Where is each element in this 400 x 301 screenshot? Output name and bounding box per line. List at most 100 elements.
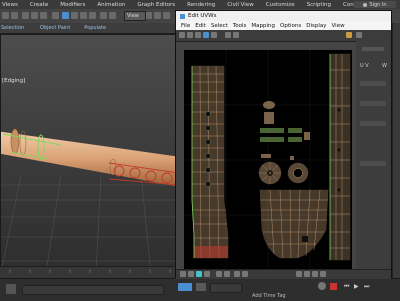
menu-graph-editors[interactable]: Graph Editors xyxy=(137,2,175,8)
snap-icon[interactable] xyxy=(154,12,161,19)
uvw-menu-display[interactable]: Display xyxy=(306,23,326,29)
side-field[interactable] xyxy=(360,161,386,166)
ground-grid xyxy=(1,174,179,271)
uvw-title: Edit UVWs xyxy=(188,13,217,19)
move-icon[interactable] xyxy=(179,32,185,38)
side-field[interactable] xyxy=(360,121,386,126)
checker-icon[interactable] xyxy=(346,32,352,38)
uvw-bottom-toolbar xyxy=(176,269,391,279)
menu-rendering[interactable]: Rendering xyxy=(187,2,215,8)
menu-customize[interactable]: Customize xyxy=(266,2,295,8)
absolute-mode-icon[interactable] xyxy=(196,283,206,291)
uv-editor-canvas[interactable] xyxy=(184,50,352,271)
playback-controls: ⏮ ▶ ⏭ xyxy=(344,283,394,291)
uvw-menu-edit[interactable]: Edit xyxy=(195,23,206,29)
view-dropdown-value: View xyxy=(127,13,139,19)
menu-views[interactable]: Views xyxy=(2,2,18,8)
uv-toggle-label[interactable]: U V xyxy=(360,63,369,69)
zoom-region-icon[interactable] xyxy=(312,271,318,277)
undo-icon[interactable] xyxy=(2,12,9,19)
reference-coordinate-dropdown[interactable]: View xyxy=(124,11,146,21)
w-toggle-label[interactable]: W xyxy=(382,63,387,69)
uvw-title-bar[interactable]: Edit UVWs xyxy=(176,11,391,21)
uvw-menu-options[interactable]: Options xyxy=(280,23,301,29)
status-bar: Add Time Tag ⏮ ▶ ⏭ xyxy=(0,278,400,301)
side-field[interactable] xyxy=(360,101,386,106)
menu-modifiers[interactable]: Modifiers xyxy=(60,2,85,8)
uvw-app-icon xyxy=(180,13,185,19)
rollout-header[interactable] xyxy=(362,47,384,51)
select-icon[interactable] xyxy=(62,12,69,19)
menu-create[interactable]: Create xyxy=(30,2,48,8)
go-to-start-icon[interactable]: ⏮ xyxy=(344,283,349,291)
viewport-scene xyxy=(1,128,179,271)
rotate-icon[interactable] xyxy=(187,32,193,38)
maxscript-icon[interactable] xyxy=(6,284,16,294)
perspective-viewport[interactable] xyxy=(0,34,180,272)
window-crossing-icon[interactable] xyxy=(89,12,96,19)
edit-uvws-window[interactable]: Edit UVWs File Edit Select Tools Mapping… xyxy=(175,10,392,279)
loop-icon[interactable] xyxy=(234,271,240,277)
key-icon[interactable] xyxy=(318,282,326,290)
unlink-icon[interactable] xyxy=(31,12,38,19)
redo-icon[interactable] xyxy=(11,12,18,19)
polygon-mode-icon[interactable] xyxy=(196,271,202,277)
show-map-icon[interactable] xyxy=(225,32,231,38)
scale-icon[interactable] xyxy=(195,32,201,38)
side-field[interactable] xyxy=(360,81,386,86)
ribbon-tab-selection[interactable]: Selection xyxy=(1,25,24,31)
zoom-icon[interactable] xyxy=(304,271,310,277)
uv-shell-neck-right xyxy=(329,53,351,261)
filter-icon[interactable] xyxy=(52,12,59,19)
rotate-icon[interactable] xyxy=(109,12,116,19)
menu-civil-view[interactable]: Civil View xyxy=(227,2,253,8)
menu-scripting[interactable]: Scripting xyxy=(307,2,331,8)
grow-selection-icon[interactable] xyxy=(216,271,222,277)
uv-shell-neck-left xyxy=(191,65,229,259)
user-icon xyxy=(363,2,368,7)
ribbon-bar: Selection Object Paint Populate xyxy=(0,23,180,34)
uvw-menu-tools[interactable]: Tools xyxy=(233,23,247,29)
mirror-icon[interactable] xyxy=(211,32,217,38)
uv-mode-icon[interactable] xyxy=(233,32,239,38)
select-by-name-icon[interactable] xyxy=(71,12,78,19)
coordinate-x-field[interactable] xyxy=(210,283,242,293)
command-panel[interactable] xyxy=(392,23,400,278)
uvw-side-panel: U V W xyxy=(356,41,391,273)
freeform-icon[interactable] xyxy=(203,32,209,38)
uv-shell-body xyxy=(259,189,329,259)
main-menubar: Views Create Modifiers Animation Graph E… xyxy=(0,0,400,9)
angle-snap-icon[interactable] xyxy=(163,12,170,19)
link-icon[interactable] xyxy=(22,12,29,19)
sign-in-label: Sign In xyxy=(369,1,387,8)
zoom-extents-icon[interactable] xyxy=(320,271,326,277)
uvw-menu-select[interactable]: Select xyxy=(211,23,228,29)
uv-layout xyxy=(184,50,352,271)
vertex-mode-icon[interactable] xyxy=(180,271,186,277)
lock-selection-icon[interactable] xyxy=(178,283,192,291)
instrument-model xyxy=(1,128,179,187)
uvw-menu-view[interactable]: View xyxy=(332,23,345,29)
add-time-tag-label[interactable]: Add Time Tag xyxy=(252,293,286,299)
prompt-line xyxy=(22,285,164,295)
go-to-end-icon[interactable]: ⏭ xyxy=(364,283,369,291)
menu-animation[interactable]: Animation xyxy=(97,2,125,8)
shrink-selection-icon[interactable] xyxy=(224,271,230,277)
ribbon-tab-object-paint[interactable]: Object Paint xyxy=(40,25,70,31)
sign-in-button[interactable]: Sign In xyxy=(354,1,396,8)
pan-icon[interactable] xyxy=(296,271,302,277)
viewport-label[interactable]: [Edging] xyxy=(2,78,25,84)
ring-icon[interactable] xyxy=(242,271,248,277)
auto-key-icon[interactable] xyxy=(330,283,337,290)
move-icon[interactable] xyxy=(100,12,107,19)
element-mode-icon[interactable] xyxy=(204,271,210,277)
edge-mode-icon[interactable] xyxy=(188,271,194,277)
uvw-menu-mapping[interactable]: Mapping xyxy=(251,23,275,29)
uvw-menu-file[interactable]: File xyxy=(181,23,190,29)
ribbon-tab-populate[interactable]: Populate xyxy=(84,25,106,31)
play-icon[interactable]: ▶ xyxy=(354,283,359,290)
pivot-icon[interactable] xyxy=(145,12,152,19)
options-icon[interactable] xyxy=(356,32,362,38)
bind-icon[interactable] xyxy=(40,12,47,19)
region-select-icon[interactable] xyxy=(80,12,87,19)
